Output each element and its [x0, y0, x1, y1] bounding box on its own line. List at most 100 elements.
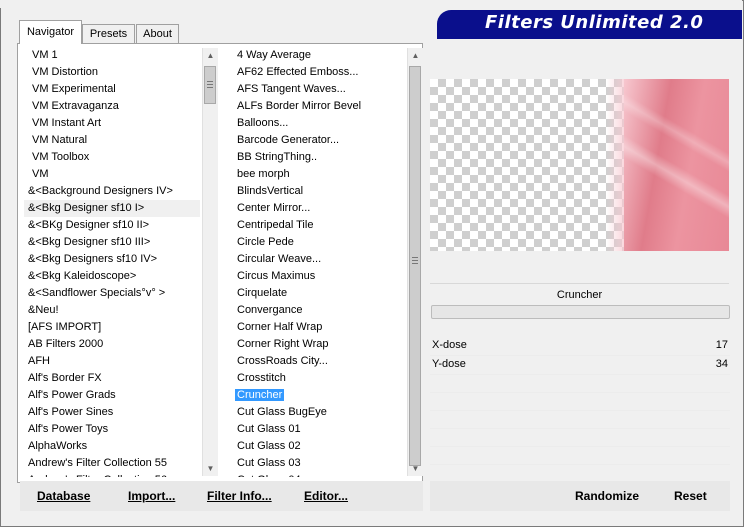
slider-label: Y-dose: [432, 358, 466, 370]
item-label: &Neu!: [28, 304, 59, 316]
category-item[interactable]: AlphaWorks: [24, 438, 200, 455]
filter-item[interactable]: Cut Glass 03: [233, 455, 403, 472]
filter-item[interactable]: Cut Glass 01: [233, 421, 403, 438]
filter-item[interactable]: Circus Maximus: [233, 268, 403, 285]
filter-item[interactable]: CrossRoads City...: [233, 353, 403, 370]
filter-item[interactable]: Crosstitch: [233, 370, 403, 387]
current-filter-name: Cruncher: [430, 283, 729, 306]
category-item[interactable]: &<Bkg Kaleidoscope>: [24, 268, 200, 285]
filter-item[interactable]: AF62 Effected Emboss...: [233, 64, 403, 81]
item-label: Barcode Generator...: [237, 134, 340, 146]
filter-item[interactable]: Cruncher: [233, 387, 403, 404]
filter-item[interactable]: Centripedal Tile: [233, 217, 403, 234]
item-label: VM: [32, 168, 49, 180]
item-label: Crosstitch: [237, 372, 286, 384]
category-item[interactable]: AB Filters 2000: [24, 336, 200, 353]
filter-item[interactable]: Cut Glass BugEye: [233, 404, 403, 421]
category-item[interactable]: &<Sandflower Specials°v° >: [24, 285, 200, 302]
category-item[interactable]: &<Bkg Designers sf10 IV>: [24, 251, 200, 268]
preview-streaks: [624, 79, 729, 251]
category-item[interactable]: &<Background Designers IV>: [24, 183, 200, 200]
filter-item[interactable]: Corner Right Wrap: [233, 336, 403, 353]
filter-item[interactable]: Cut Glass 04: [233, 472, 403, 477]
filter-list[interactable]: 4 Way Average AF62 Effected Emboss... AFS …: [233, 47, 403, 477]
category-item[interactable]: VM Instant Art: [24, 115, 200, 132]
filter-item[interactable]: AFS Tangent Waves...: [233, 81, 403, 98]
editor-button[interactable]: Editor...: [304, 489, 348, 503]
tab-navigator[interactable]: Navigator: [19, 20, 82, 44]
randomize-button[interactable]: Randomize: [575, 489, 639, 503]
filter-item[interactable]: BB StringThing..: [233, 149, 403, 166]
category-item[interactable]: VM Toolbox: [24, 149, 200, 166]
grip-line: [412, 263, 418, 264]
filter-item[interactable]: Circular Weave...: [233, 251, 403, 268]
category-item[interactable]: AFH: [24, 353, 200, 370]
scroll-thumb[interactable]: [204, 66, 216, 104]
scroll-down-icon[interactable]: ▼: [203, 461, 218, 476]
item-label: Cruncher: [235, 389, 285, 401]
filter-item[interactable]: Center Mirror...: [233, 200, 403, 217]
category-item[interactable]: VM: [24, 166, 200, 183]
item-label: 4 Way Average: [237, 49, 311, 61]
database-button[interactable]: Database: [37, 489, 90, 503]
reset-button[interactable]: Reset: [674, 489, 707, 503]
filter-item[interactable]: Barcode Generator...: [233, 132, 403, 149]
category-item[interactable]: &<BKg Designer sf10 II>: [24, 217, 200, 234]
tab-about[interactable]: About: [136, 24, 179, 44]
slider-label: X-dose: [432, 339, 467, 351]
item-label: &<Sandflower Specials°v° >: [28, 287, 166, 299]
filter-item[interactable]: Balloons...: [233, 115, 403, 132]
category-item[interactable]: VM Natural: [24, 132, 200, 149]
import-button[interactable]: Import...: [128, 489, 175, 503]
item-label: BB StringThing..: [237, 151, 318, 163]
category-item[interactable]: &<Bkg Designer sf10 III>: [24, 234, 200, 251]
item-label: CrossRoads City...: [237, 355, 328, 367]
filter-info-button[interactable]: Filter Info...: [207, 489, 272, 503]
item-label: Centripedal Tile: [237, 219, 314, 231]
category-item[interactable]: Alf's Border FX: [24, 370, 200, 387]
filter-item[interactable]: Cut Glass 02: [233, 438, 403, 455]
category-scrollbar[interactable]: ▲ ▼: [202, 48, 218, 476]
filter-item[interactable]: Corner Half Wrap: [233, 319, 403, 336]
item-label: VM Instant Art: [32, 117, 102, 129]
category-item[interactable]: Alf's Power Sines: [24, 404, 200, 421]
empty-slider-slot: [430, 393, 730, 411]
filter-item[interactable]: bee morph: [233, 166, 403, 183]
filter-item[interactable]: Cirquelate: [233, 285, 403, 302]
item-label: &<BKg Designer sf10 II>: [28, 219, 150, 231]
item-label: &<Background Designers IV>: [28, 185, 173, 197]
scroll-down-icon[interactable]: ▼: [408, 461, 423, 476]
filter-item[interactable]: 4 Way Average: [233, 47, 403, 64]
filter-scrollbar[interactable]: ▲ ▼: [407, 48, 423, 476]
category-item[interactable]: Alf's Power Toys: [24, 421, 200, 438]
slider-y-dose[interactable]: Y-dose 34: [430, 356, 730, 375]
grip-line: [207, 81, 213, 82]
category-item[interactable]: Alf's Power Grads: [24, 387, 200, 404]
empty-slider-slot: [430, 375, 730, 393]
category-item[interactable]: Andrew's Filter Collection 56: [24, 472, 200, 477]
category-item[interactable]: Andrew's Filter Collection 55: [24, 455, 200, 472]
tab-presets[interactable]: Presets: [82, 24, 135, 44]
filter-item[interactable]: ALFs Border Mirror Bevel: [233, 98, 403, 115]
reset-label: Reset: [674, 489, 707, 503]
scroll-up-icon[interactable]: ▲: [408, 48, 423, 63]
item-label: Andrew's Filter Collection 56: [28, 474, 167, 477]
item-label: Cut Glass 04: [237, 474, 301, 477]
slider-x-dose[interactable]: X-dose 17: [430, 337, 730, 356]
category-item[interactable]: VM Experimental: [24, 81, 200, 98]
category-item[interactable]: &Neu!: [24, 302, 200, 319]
scroll-up-icon[interactable]: ▲: [203, 48, 218, 63]
filter-item[interactable]: BlindsVertical: [233, 183, 403, 200]
randomize-label: Randomize: [575, 489, 640, 503]
category-item[interactable]: VM Extravaganza: [24, 98, 200, 115]
filter-info-label: Filter Info...: [207, 489, 272, 503]
category-list[interactable]: VM 1 VM Distortion VM Experimental VM Extra…: [24, 47, 200, 477]
category-item[interactable]: &<Bkg Designer sf10 I>: [24, 200, 200, 217]
category-item[interactable]: [AFS IMPORT]: [24, 319, 200, 336]
item-label: Corner Right Wrap: [237, 338, 329, 350]
filter-item[interactable]: Convergance: [233, 302, 403, 319]
scroll-thumb[interactable]: [409, 66, 421, 466]
category-item[interactable]: VM 1: [24, 47, 200, 64]
filter-item[interactable]: Circle Pede: [233, 234, 403, 251]
category-item[interactable]: VM Distortion: [24, 64, 200, 81]
